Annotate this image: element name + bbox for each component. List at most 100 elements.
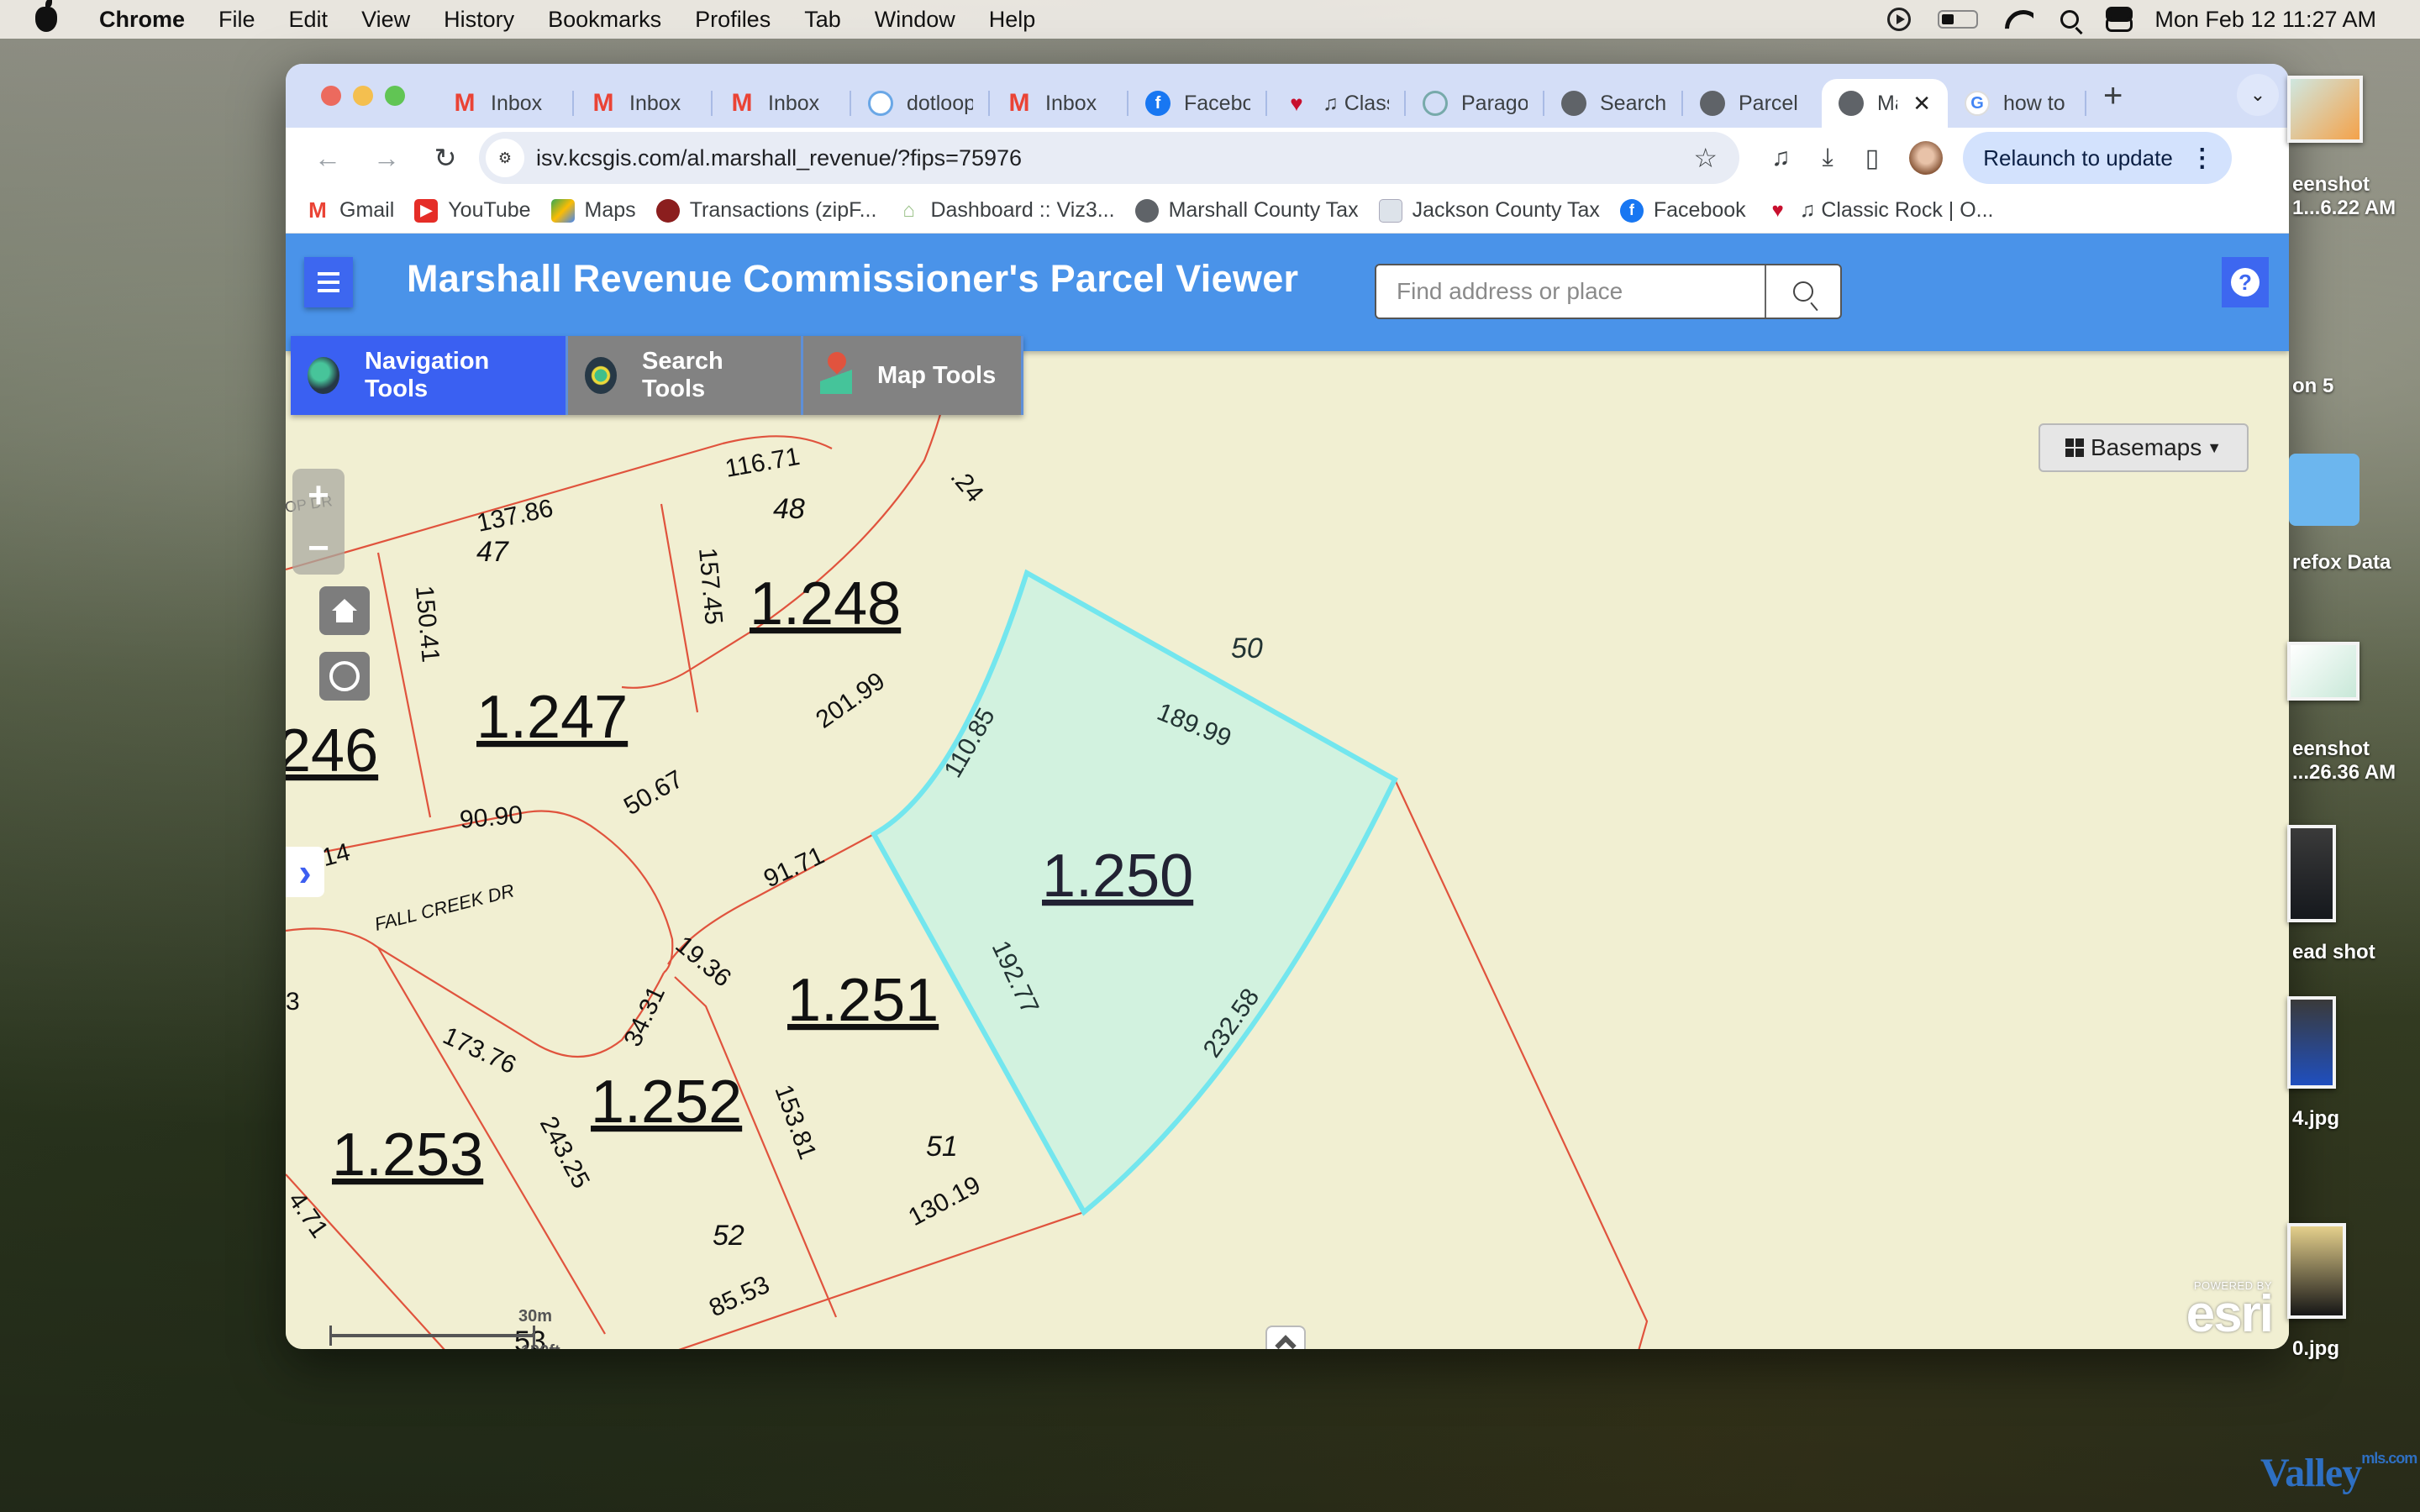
lot-number-52: 52 xyxy=(713,1220,744,1252)
valleymls-watermark: Valleymls.com xyxy=(2260,1450,2417,1495)
tab-paragon[interactable]: Paragon xyxy=(1406,79,1544,128)
minimize-window-button[interactable] xyxy=(353,86,373,106)
gmail-icon: M xyxy=(731,89,753,117)
desktop-file-label[interactable]: eenshot ...26.36 AM xyxy=(2292,738,2396,785)
tab-map-tools[interactable]: Map Tools xyxy=(803,336,1023,415)
hamburger-menu-button[interactable] xyxy=(304,257,353,307)
menu-file[interactable]: File xyxy=(218,7,255,33)
tab-marshall-active[interactable]: Marshall✕ xyxy=(1822,79,1948,128)
new-tab-button[interactable]: + xyxy=(2103,77,2123,115)
control-center-icon[interactable] xyxy=(2106,7,2133,32)
globe-icon xyxy=(1700,91,1725,116)
esri-attribution: POWERED BY esri xyxy=(2186,1279,2274,1343)
bookmark-gmail[interactable]: M Gmail xyxy=(306,197,394,223)
globe-icon xyxy=(1839,91,1864,116)
address-bar[interactable]: ⚙ isv.kcsgis.com/al.marshall_revenue/?fi… xyxy=(479,132,1739,184)
tab-how-to[interactable]: Ghow to xyxy=(1948,79,2086,128)
profile-avatar[interactable] xyxy=(1909,141,1944,175)
dimension-label: .24 xyxy=(945,463,989,507)
spotlight-search-icon[interactable] xyxy=(2060,10,2080,29)
parcel-id-1-251: 1.251 xyxy=(787,967,939,1034)
tab-search-dropdown[interactable]: ⌄ xyxy=(2237,74,2279,116)
menu-profiles[interactable]: Profiles xyxy=(695,7,771,33)
media-control-icon[interactable]: ♫ xyxy=(1771,144,1791,172)
menu-edit[interactable]: Edit xyxy=(289,7,329,33)
now-playing-icon[interactable] xyxy=(1887,8,1912,31)
desktop-file-thumbnail[interactable] xyxy=(2287,76,2363,143)
menu-window[interactable]: Window xyxy=(875,7,955,33)
desktop-file-label[interactable]: 0.jpg xyxy=(2292,1337,2339,1361)
menu-view[interactable]: View xyxy=(361,7,410,33)
bookmark-maps[interactable]: Maps xyxy=(550,198,636,223)
url-text[interactable]: isv.kcsgis.com/al.marshall_revenue/?fips… xyxy=(536,145,1022,171)
tool-tabs: Navigation Tools Search Tools Map Tools xyxy=(291,336,1023,415)
bookmark-transactions[interactable]: Transactions (zipF... xyxy=(655,198,876,223)
search-button[interactable] xyxy=(1765,265,1840,318)
download-icon[interactable]: ⤓ xyxy=(1823,144,1833,172)
menu-help[interactable]: Help xyxy=(989,7,1036,33)
bookmark-youtube[interactable]: ▶ YouTube xyxy=(414,198,531,223)
apple-logo-icon[interactable] xyxy=(35,0,57,32)
desktop-file-label[interactable]: ead shot xyxy=(2292,941,2375,964)
parcel-id-1-248: 1.248 xyxy=(750,570,901,638)
home-icon xyxy=(332,599,357,622)
menubar-clock[interactable]: Mon Feb 12 11:27 AM xyxy=(2154,7,2376,33)
tab-inbox-4[interactable]: M Inbox xyxy=(990,79,1128,128)
desktop-file-label[interactable]: eenshot 1...6.22 AM xyxy=(2292,173,2396,220)
bookmark-classic-rock[interactable]: ♥ ♫ Classic Rock | O... xyxy=(1766,198,1994,223)
collapse-panel-button[interactable] xyxy=(1265,1326,1306,1349)
tab-navigation-tools[interactable]: Navigation Tools xyxy=(291,336,568,415)
zoom-out-button[interactable]: − xyxy=(292,522,345,575)
tab-classic-rock[interactable]: ♥♫ Classic Rock xyxy=(1267,79,1406,128)
tab-inbox-2[interactable]: M Inbox xyxy=(574,79,713,128)
desktop-file-label[interactable]: on 5 xyxy=(2292,375,2333,398)
bookmark-dashboard[interactable]: ⌂ Dashboard :: Viz3... xyxy=(897,198,1114,223)
bookmark-facebook[interactable]: f Facebook xyxy=(1619,198,1746,223)
tab-inbox-1[interactable]: M Inbox xyxy=(435,79,574,128)
side-panel-icon[interactable]: ▯ xyxy=(1865,144,1880,173)
bookmark-jackson-county-tax[interactable]: Jackson County Tax xyxy=(1378,198,1600,223)
tab-search[interactable]: Search xyxy=(1544,79,1683,128)
bookmark-star-icon[interactable]: ☆ xyxy=(1693,142,1718,174)
tab-strip: M Inbox M Inbox M Inbox dotloop M Inbox f Fac… xyxy=(286,64,2289,128)
address-search-input[interactable] xyxy=(1376,265,1765,318)
zoom-window-button[interactable] xyxy=(385,86,405,106)
side-panel-toggle[interactable]: › xyxy=(286,847,324,897)
desktop-file-label[interactable]: 4.jpg xyxy=(2292,1107,2339,1131)
tab-search-tools[interactable]: Search Tools xyxy=(568,336,803,415)
headshot-thumbnail[interactable] xyxy=(2287,1223,2346,1319)
zoom-control: + − xyxy=(292,469,345,575)
headshot-thumbnail[interactable] xyxy=(2287,825,2336,922)
folder-icon[interactable] xyxy=(2289,454,2360,526)
locate-button[interactable] xyxy=(319,652,370,701)
basemaps-button[interactable]: Basemaps ▼ xyxy=(2039,423,2249,472)
close-window-button[interactable] xyxy=(321,86,341,106)
menu-app-name[interactable]: Chrome xyxy=(99,7,185,33)
zoom-in-button[interactable]: + xyxy=(292,469,345,522)
close-tab-icon[interactable]: ✕ xyxy=(1912,91,1931,117)
back-button[interactable]: ← xyxy=(311,143,345,174)
tab-dotloop[interactable]: dotloop xyxy=(851,79,990,128)
relaunch-button[interactable]: Relaunch to update ⋮ xyxy=(1963,132,2232,184)
desktop-file-thumbnail[interactable] xyxy=(2287,642,2360,701)
home-button[interactable] xyxy=(319,586,370,635)
parcel-viewer-app: 47 48 50 51 52 53 1.247 1.248 246 1.250 … xyxy=(286,234,2289,1349)
more-menu-icon[interactable]: ⋮ xyxy=(2190,144,2215,173)
forward-button[interactable]: → xyxy=(370,143,403,174)
site-settings-icon[interactable]: ⚙ xyxy=(486,139,524,177)
battery-icon[interactable] xyxy=(1938,10,1979,29)
menu-history[interactable]: History xyxy=(444,7,514,33)
reload-button[interactable]: ↻ xyxy=(429,142,462,174)
tab-facebook[interactable]: fFacebook xyxy=(1128,79,1267,128)
tab-inbox-3[interactable]: M Inbox xyxy=(713,79,851,128)
scale-metric: 30m xyxy=(518,1307,553,1326)
menu-bookmarks[interactable]: Bookmarks xyxy=(548,7,661,33)
lot-number-48: 48 xyxy=(773,493,805,525)
wifi-icon[interactable] xyxy=(2005,8,2033,30)
bookmark-marshall-county-tax[interactable]: Marshall County Tax xyxy=(1134,198,1359,223)
tab-parcel[interactable]: Parcel xyxy=(1683,79,1822,128)
headshot-thumbnail[interactable] xyxy=(2287,996,2336,1089)
menu-tab[interactable]: Tab xyxy=(804,7,841,33)
desktop-file-label[interactable]: refox Data xyxy=(2292,551,2391,575)
help-button[interactable]: ? xyxy=(2222,257,2269,307)
